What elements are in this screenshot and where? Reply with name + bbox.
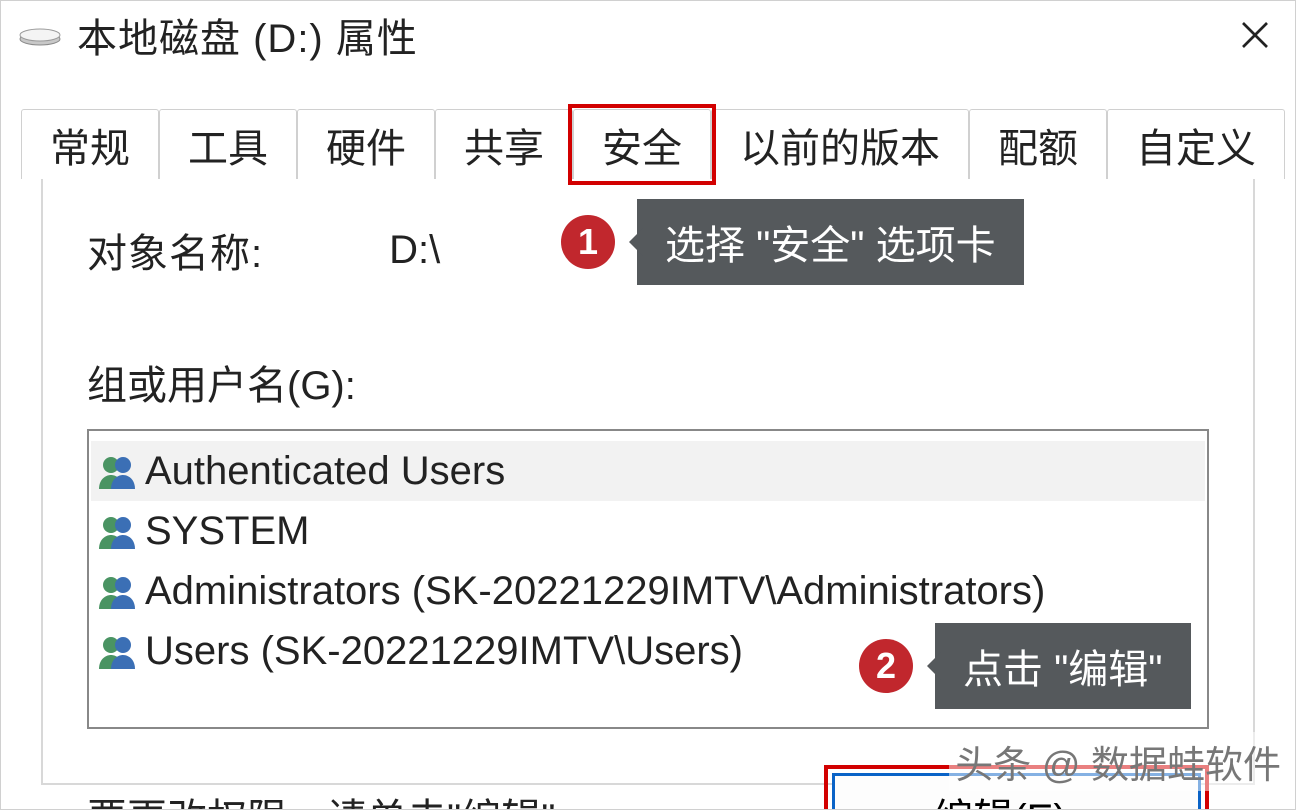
tab-quota[interactable]: 配额 bbox=[969, 109, 1107, 179]
list-item-label: Users (SK-20221229IMTV\Users) bbox=[145, 629, 743, 674]
object-name-label: 对象名称: bbox=[87, 221, 263, 279]
tab-previous[interactable]: 以前的版本 bbox=[711, 109, 969, 179]
annotation-tip: 点击 "编辑" bbox=[935, 623, 1191, 709]
close-button[interactable] bbox=[1233, 13, 1277, 57]
groups-label: 组或用户名(G): bbox=[87, 353, 1209, 411]
disk-icon bbox=[17, 23, 63, 47]
edit-button[interactable]: 编辑(E)... bbox=[832, 773, 1201, 810]
users-icon bbox=[97, 571, 137, 611]
annotation-tip: 选择 "安全" 选项卡 bbox=[637, 199, 1024, 285]
tab-general[interactable]: 常规 bbox=[21, 109, 159, 179]
users-icon bbox=[97, 631, 137, 671]
tab-tools[interactable]: 工具 bbox=[159, 109, 297, 179]
tab-custom[interactable]: 自定义 bbox=[1107, 109, 1285, 179]
tab-hardware[interactable]: 硬件 bbox=[297, 109, 435, 179]
edit-button-highlight: 编辑(E)... bbox=[824, 765, 1209, 810]
window-title: 本地磁盘 (D:) 属性 bbox=[77, 6, 418, 64]
annotation-badge: 2 bbox=[859, 639, 913, 693]
list-item[interactable]: Administrators (SK-20221229IMTV\Administ… bbox=[91, 561, 1205, 621]
tab-sharing[interactable]: 共享 bbox=[435, 109, 573, 179]
list-item-label: Authenticated Users bbox=[145, 449, 505, 494]
edit-hint-text: 要更改权限，请单击"编辑"。 bbox=[87, 786, 595, 810]
close-icon bbox=[1239, 19, 1271, 51]
tab-security[interactable]: 安全 bbox=[573, 109, 711, 179]
annotation-callout-2: 2 点击 "编辑" bbox=[859, 623, 1191, 709]
annotation-badge: 1 bbox=[561, 215, 615, 269]
users-icon bbox=[97, 511, 137, 551]
list-item[interactable]: Authenticated Users bbox=[91, 441, 1205, 501]
properties-window: 本地磁盘 (D:) 属性 常规 工具 硬件 共享 安全 以前的版本 配额 自定义… bbox=[0, 0, 1296, 810]
titlebar: 本地磁盘 (D:) 属性 bbox=[1, 1, 1295, 69]
users-icon bbox=[97, 451, 137, 491]
object-name-value: D:\ bbox=[389, 228, 440, 273]
list-item[interactable]: SYSTEM bbox=[91, 501, 1205, 561]
list-item-label: Administrators (SK-20221229IMTV\Administ… bbox=[145, 569, 1045, 614]
edit-hint-row: 要更改权限，请单击"编辑"。 编辑(E)... bbox=[87, 765, 1209, 810]
list-item-label: SYSTEM bbox=[145, 509, 309, 554]
annotation-callout-1: 1 选择 "安全" 选项卡 bbox=[561, 199, 1024, 285]
